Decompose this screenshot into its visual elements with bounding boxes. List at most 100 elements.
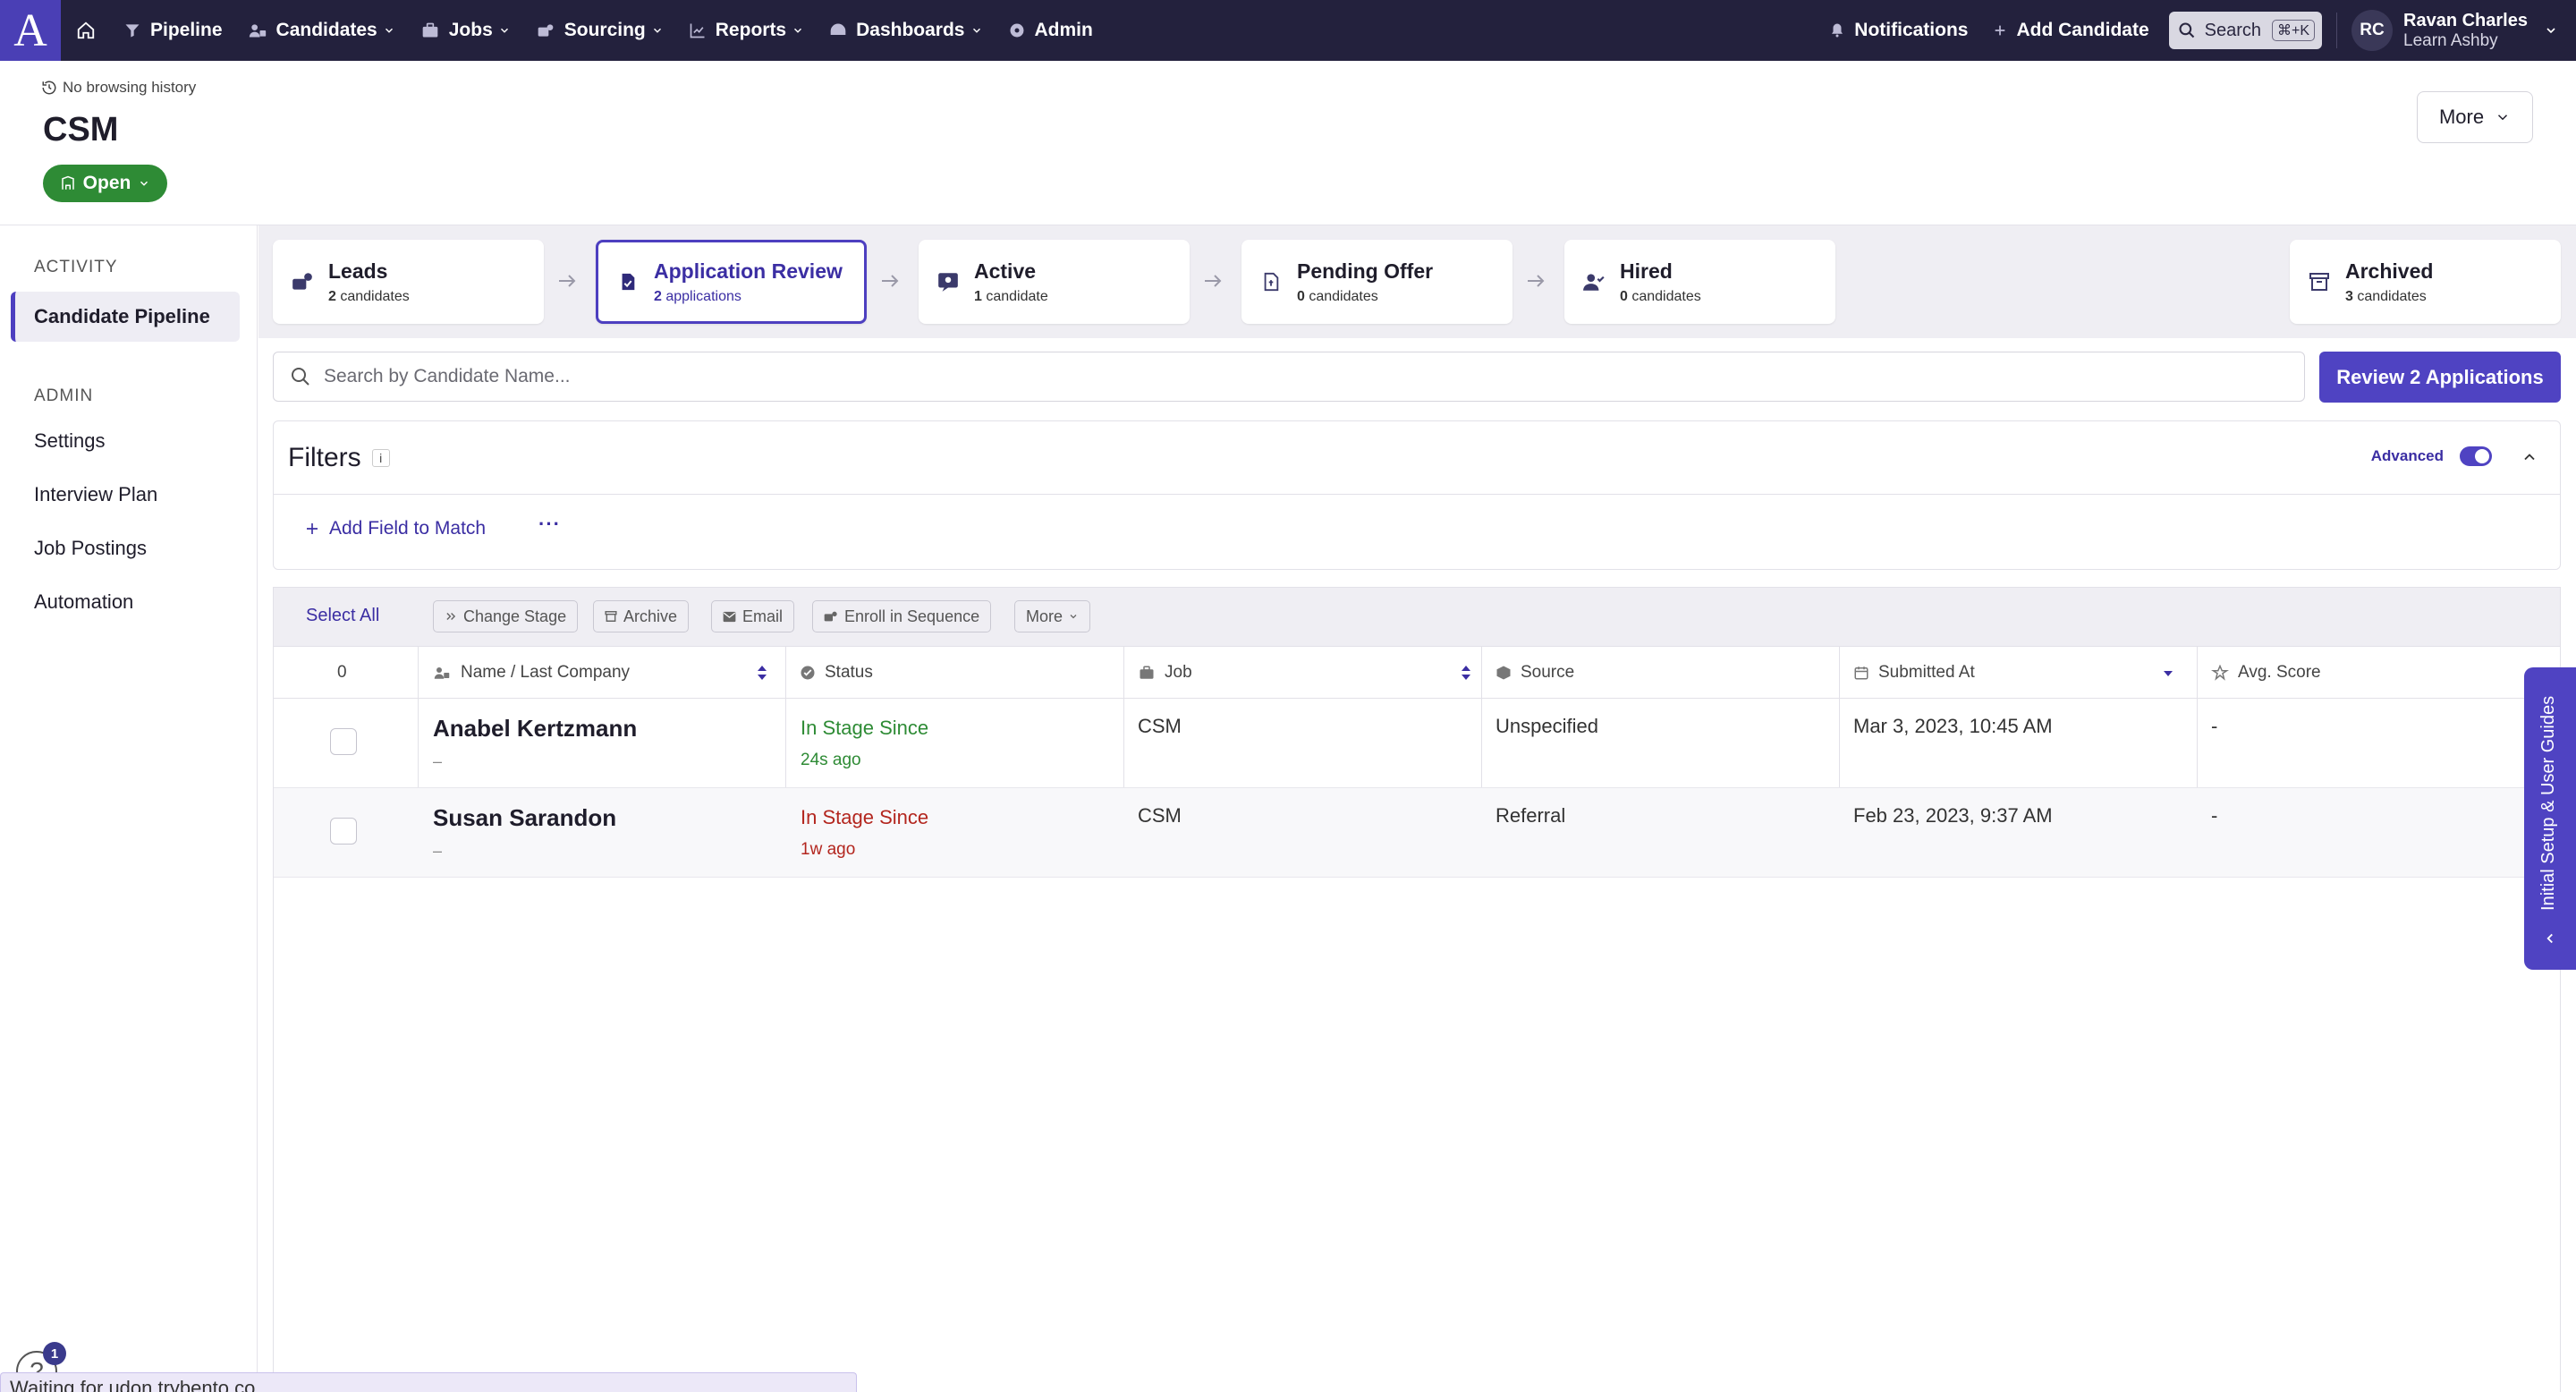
filters-title: Filters bbox=[288, 442, 361, 472]
chart-icon bbox=[690, 23, 705, 38]
browser-status-bar: Waiting for udon.trybento.co... bbox=[0, 1372, 857, 1392]
sidebar-item-automation[interactable]: Automation bbox=[34, 590, 133, 614]
stage-active[interactable]: Active 1 candidate bbox=[919, 240, 1190, 324]
add-field-button[interactable]: Add Field to Match bbox=[304, 518, 486, 539]
user-org: Learn Ashby bbox=[2403, 30, 2498, 50]
briefcase-icon bbox=[1140, 666, 1154, 679]
sidebar-item-settings[interactable]: Settings bbox=[34, 429, 106, 453]
sidebar: ACTIVITY Candidate Pipeline ADMIN Settin… bbox=[0, 225, 258, 1392]
search-icon bbox=[2179, 22, 2194, 38]
stage-hired[interactable]: Hired 0 candidates bbox=[1564, 240, 1835, 324]
advanced-toggle[interactable]: Advanced bbox=[2371, 446, 2492, 466]
column-avg-score-label: Avg. Score bbox=[2238, 663, 2321, 682]
toggle-switch[interactable] bbox=[2460, 446, 2492, 466]
chevron-up-icon[interactable] bbox=[2521, 448, 2538, 466]
column-name[interactable]: Name / Last Company bbox=[432, 647, 776, 699]
global-search-button[interactable]: Search ⌘+K bbox=[2168, 12, 2323, 49]
search-icon bbox=[292, 368, 309, 386]
sidebar-heading-activity: ACTIVITY bbox=[34, 258, 118, 276]
stage-count: 0 bbox=[1297, 288, 1305, 304]
candidate-name[interactable]: Susan Sarandon bbox=[433, 804, 616, 832]
top-nav: A Pipeline Candidates Jobs Sourcing Repo… bbox=[0, 0, 2576, 61]
job-status-dropdown[interactable]: Open bbox=[43, 165, 167, 202]
job-cell: CSM bbox=[1138, 715, 1182, 737]
sidebar-item-candidate-pipeline[interactable]: Candidate Pipeline bbox=[11, 292, 240, 342]
bulk-more-button[interactable]: More bbox=[1014, 600, 1091, 632]
more-button[interactable]: More bbox=[2417, 91, 2533, 143]
row-checkbox[interactable] bbox=[330, 818, 357, 845]
home-icon[interactable] bbox=[61, 0, 111, 61]
info-icon[interactable]: i bbox=[371, 448, 390, 467]
more-options-icon[interactable]: ··· bbox=[538, 513, 561, 536]
table-row[interactable]: Anabel Kertzmann – In Stage Since 24s ag… bbox=[274, 699, 2560, 788]
building-icon bbox=[61, 175, 74, 190]
stage-name: Archived bbox=[2345, 259, 2434, 283]
plus-icon bbox=[1996, 25, 2005, 36]
chevron-down-icon bbox=[2498, 115, 2508, 121]
column-submitted-at[interactable]: Submitted At bbox=[1853, 647, 2182, 699]
nav-reports[interactable]: Reports bbox=[676, 0, 817, 61]
review-applications-button[interactable]: Review 2 Applications bbox=[2319, 352, 2561, 403]
nav-pipeline-label: Pipeline bbox=[150, 20, 223, 40]
column-source-label: Source bbox=[1521, 663, 1575, 682]
status-label: In Stage Since bbox=[801, 806, 929, 828]
enroll-in-sequence-button[interactable]: Enroll in Sequence bbox=[812, 600, 992, 632]
job-cell: CSM bbox=[1138, 804, 1182, 827]
plus-icon bbox=[307, 523, 318, 534]
chevron-down-icon bbox=[385, 28, 393, 33]
advanced-label: Advanced bbox=[2370, 447, 2444, 464]
column-status[interactable]: Status bbox=[800, 647, 873, 699]
user-menu[interactable]: Ravan Charles Learn Ashby bbox=[2403, 10, 2528, 52]
email-label: Email bbox=[742, 607, 784, 625]
status-label: In Stage Since bbox=[801, 717, 929, 739]
column-avg-score[interactable]: Avg. Score bbox=[2211, 647, 2321, 699]
stage-bar: Leads 2 candidates Application Review 2 … bbox=[258, 225, 2576, 338]
stage-unit: candidates bbox=[2357, 288, 2427, 304]
add-candidate-button[interactable]: Add Candidate bbox=[1980, 0, 2161, 61]
stage-leads[interactable]: Leads 2 candidates bbox=[273, 240, 544, 324]
gear-icon bbox=[1010, 23, 1023, 38]
row-checkbox[interactable] bbox=[330, 728, 357, 755]
email-button[interactable]: Email bbox=[711, 600, 795, 632]
column-job[interactable]: Job bbox=[1138, 647, 1480, 699]
column-source[interactable]: Source bbox=[1496, 647, 1574, 699]
avatar[interactable]: RC bbox=[2351, 10, 2394, 51]
chevron-down-icon bbox=[653, 28, 661, 33]
stage-name: Active bbox=[974, 259, 1037, 283]
column-name-label: Name / Last Company bbox=[461, 663, 631, 682]
ashby-logo[interactable]: A bbox=[0, 0, 61, 61]
stage-name: Leads bbox=[328, 259, 388, 283]
stage-application-review[interactable]: Application Review 2 applications bbox=[596, 240, 867, 324]
nav-jobs[interactable]: Jobs bbox=[408, 0, 523, 61]
nav-dashboards[interactable]: Dashboards bbox=[817, 0, 995, 61]
source-cell: Unspecified bbox=[1496, 715, 1598, 737]
nav-pipeline[interactable]: Pipeline bbox=[111, 0, 235, 61]
nav-admin[interactable]: Admin bbox=[996, 0, 1106, 61]
stage-name: Pending Offer bbox=[1297, 259, 1434, 283]
browsing-history[interactable]: No browsing history bbox=[41, 79, 196, 97]
sort-icon bbox=[1462, 666, 1470, 680]
change-stage-button[interactable]: Change Stage bbox=[433, 600, 579, 632]
table-row[interactable]: Susan Sarandon – In Stage Since 1w ago C… bbox=[274, 788, 2560, 878]
nav-sourcing[interactable]: Sourcing bbox=[523, 0, 676, 61]
arrow-right-icon bbox=[1205, 275, 1222, 287]
notifications-button[interactable]: Notifications bbox=[1817, 0, 1980, 61]
column-job-label: Job bbox=[1165, 663, 1192, 682]
user-guides-tab[interactable]: Initial Setup & User Guides bbox=[2524, 667, 2576, 970]
calendar-icon bbox=[1854, 666, 1868, 680]
stage-unit: candidate bbox=[986, 288, 1048, 304]
candidate-name[interactable]: Anabel Kertzmann bbox=[433, 715, 637, 743]
candidate-search-input[interactable] bbox=[324, 366, 2113, 387]
nav-divider bbox=[2336, 13, 2338, 48]
sidebar-item-interview-plan[interactable]: Interview Plan bbox=[34, 483, 157, 506]
filters-panel: Filters i Advanced Add Field to Match ··… bbox=[273, 420, 2561, 570]
change-stage-label: Change Stage bbox=[463, 607, 567, 625]
nav-sourcing-label: Sourcing bbox=[564, 20, 646, 40]
nav-candidates[interactable]: Candidates bbox=[235, 0, 408, 61]
archive-button[interactable]: Archive bbox=[593, 600, 690, 632]
sidebar-item-job-postings[interactable]: Job Postings bbox=[34, 537, 147, 560]
stage-pending-offer[interactable]: Pending Offer 0 candidates bbox=[1241, 240, 1513, 324]
select-all-button[interactable]: Select All bbox=[306, 606, 379, 626]
stage-archived[interactable]: Archived 3 candidates bbox=[2290, 240, 2561, 324]
source-cell: Referral bbox=[1496, 804, 1566, 827]
